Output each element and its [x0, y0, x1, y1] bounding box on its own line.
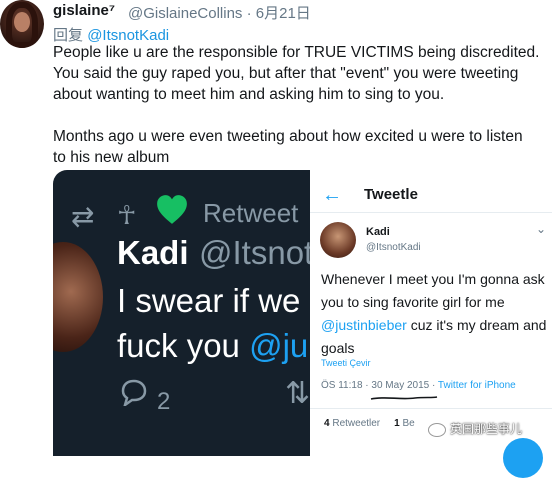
tweet-line: You said the guy raped you, but after th…	[53, 65, 519, 82]
dark-author-handle: @Itsnot	[199, 234, 310, 271]
dark-author-name: Kadi	[117, 234, 189, 271]
light-screenshot-image[interactable]: ← Tweetle Kadi @ItsnotKadi ⌄ Whenever I …	[310, 170, 552, 456]
light-author-name: Kadi	[366, 226, 390, 238]
like-count: 1	[394, 418, 400, 429]
dark-tweet-line: I swear if we	[117, 282, 301, 319]
divider	[310, 212, 552, 213]
heart-icon	[157, 195, 187, 224]
eye-icon: ☥	[117, 200, 137, 230]
screen-title: Tweetle	[364, 186, 418, 203]
like-stat-label: Be	[402, 418, 415, 429]
avatar-face	[14, 12, 30, 32]
author-avatar[interactable]	[0, 0, 44, 48]
retweet-count: 4	[324, 418, 330, 429]
dark-tweet-text: fuck you	[117, 327, 250, 364]
light-mention: @justinbieber	[321, 317, 407, 333]
tweet-line: about wanting to meet him and asking him…	[53, 86, 445, 103]
light-text-start: Whenever I meet you I'm gonna ask you to…	[321, 271, 545, 310]
author-handle[interactable]: @GislaineCollins · 6月21日	[128, 2, 311, 23]
light-avatar	[320, 222, 356, 258]
watermark: 英国那些事儿	[428, 420, 522, 437]
reply-icon	[121, 379, 147, 406]
tweet-client: Twitter for iPhone	[437, 380, 516, 391]
author-name[interactable]: gislaine⁷	[53, 2, 115, 19]
reply-count: 2	[157, 388, 171, 415]
compose-fab-button[interactable]	[503, 438, 543, 478]
watermark-logo-icon	[428, 422, 446, 437]
tweet-stats: 4 Retweetler 1 Be	[324, 418, 415, 429]
back-arrow-icon: ←	[322, 184, 342, 206]
dark-mention: @ju	[249, 327, 309, 364]
handwritten-underline	[370, 396, 438, 400]
tweet-line: People like u are the responsible for TR…	[53, 44, 540, 61]
dark-tweet-line: fuck you @ju	[117, 327, 308, 365]
tweet-line: Months ago u were even tweeting about ho…	[53, 128, 523, 145]
retweet-icon: ⇅	[285, 377, 310, 410]
translate-link: Tweeti Çevir	[321, 358, 371, 368]
tweet-line: to his new album	[53, 149, 170, 166]
divider	[310, 408, 552, 409]
more-icon: ⌄	[536, 222, 547, 236]
retweet-icon: ⇄	[71, 201, 95, 232]
retweet-label: Retweet	[203, 198, 299, 228]
dark-screenshot-image[interactable]: ⇄ ☥ Retweet Kadi @Itsnot I swear if we f…	[53, 170, 310, 456]
tweet-meta: ÖS 11:18 · 30 May 2015 · Twitter for iPh…	[321, 380, 516, 391]
tweet-body: People like u are the responsible for TR…	[53, 42, 552, 168]
light-author-handle: @ItsnotKadi	[366, 242, 421, 253]
dark-avatar	[53, 242, 103, 352]
retweet-stat-label: Retweetler	[332, 418, 381, 429]
light-tweet-text: Whenever I meet you I'm gonna ask you to…	[321, 268, 552, 360]
watermark-text: 英国那些事儿	[450, 422, 523, 436]
tweet-timestamp: ÖS 11:18 · 30 May 2015 ·	[321, 380, 438, 391]
